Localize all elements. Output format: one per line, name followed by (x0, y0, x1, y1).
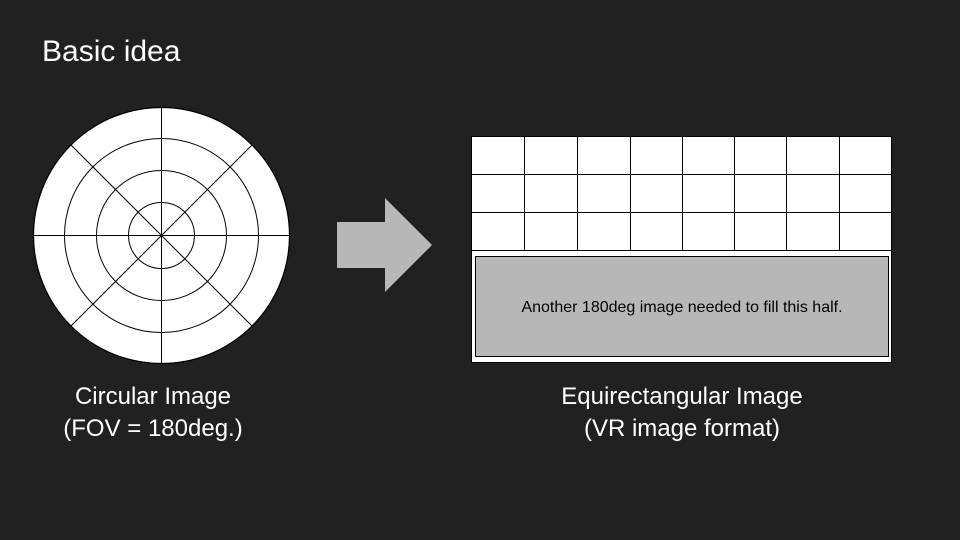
placeholder-text: Another 180deg image needed to fill this… (521, 299, 842, 316)
equirect-image-caption: Equirectangular Image (VR image format) (522, 381, 842, 445)
equirect-caption-line2: (VR image format) (583, 415, 781, 442)
diagram-canvas: Another 180deg image needed to fill this… (32, 106, 892, 365)
right-arrow-icon (337, 198, 432, 292)
equirect-image: Another 180deg image needed to fill this… (471, 136, 892, 363)
circular-caption-line2: (FOV = 180deg.) (63, 415, 243, 442)
circular-image-caption: Circular Image (FOV = 180deg.) (33, 381, 273, 445)
circular-image (32, 106, 291, 365)
circular-caption-line1: Circular Image (74, 383, 232, 410)
equirect-caption-line1: Equirectangular Image (561, 383, 803, 410)
